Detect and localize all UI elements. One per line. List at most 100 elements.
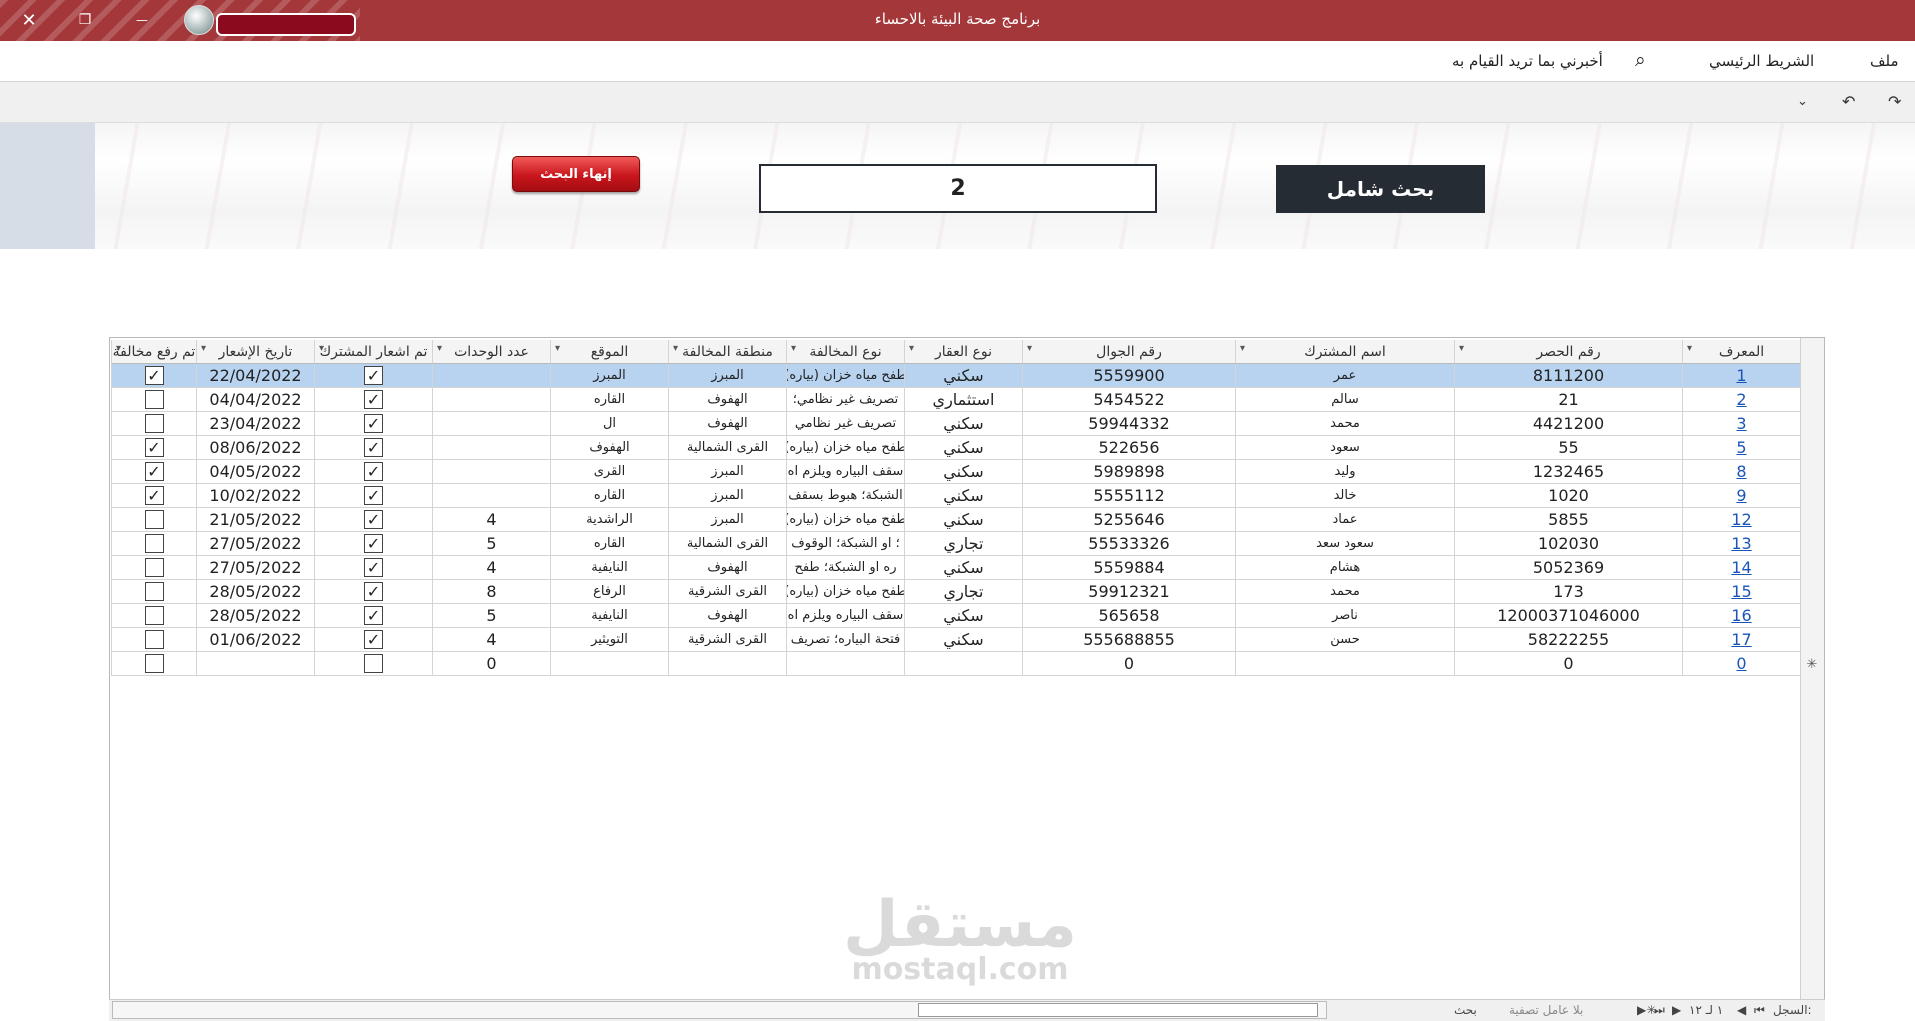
cell-units[interactable]: [432, 436, 550, 460]
column-header-prop[interactable]: نوع العقار ▾: [904, 340, 1022, 364]
cell-viol[interactable]: ؛ او الشبكة؛ الوقوف: [786, 532, 904, 556]
cell-name[interactable]: وليد: [1235, 460, 1454, 484]
table-row[interactable]: 14 5052369 هشام 5559884 سكني ره او الشبكة؛ طف…: [111, 556, 1800, 580]
checkbox-raised[interactable]: [144, 390, 164, 409]
column-header-notified[interactable]: تم اشعار المشترك ▾: [314, 340, 432, 364]
cell-notified[interactable]: ✓: [314, 412, 432, 436]
cell-name[interactable]: سعود سعد: [1235, 532, 1454, 556]
cell-date[interactable]: 22/04/2022: [196, 364, 314, 388]
checkbox-raised[interactable]: [144, 534, 164, 553]
cell-loc[interactable]: النايفية: [550, 556, 668, 580]
cell-loc[interactable]: الراشدية: [550, 508, 668, 532]
cell-loc[interactable]: التويثير: [550, 628, 668, 652]
cell-prop[interactable]: تجاري: [904, 580, 1022, 604]
checkbox-notified[interactable]: [364, 654, 383, 673]
cell-hasr[interactable]: 5855: [1454, 508, 1682, 532]
cell-viol[interactable]: فتحة البياره؛ تصريف: [786, 628, 904, 652]
cell-prop[interactable]: سكني: [904, 364, 1022, 388]
cell-raised[interactable]: [111, 628, 196, 652]
customize-toolbar-icon[interactable]: ⌄: [1797, 94, 1808, 109]
cell-id[interactable]: 12: [1682, 508, 1800, 532]
first-record-icon[interactable]: ⏮: [1754, 1003, 1765, 1018]
cell-mobile[interactable]: 55533326: [1022, 532, 1235, 556]
table-row[interactable]: 13 102030 سعود سعد 55533326 تجاري ؛ او الشبكة…: [111, 532, 1800, 556]
checkbox-notified[interactable]: ✓: [364, 534, 383, 553]
next-record-icon[interactable]: ▶: [1672, 1003, 1681, 1017]
cell-id[interactable]: 13: [1682, 532, 1800, 556]
cell-date[interactable]: 01/06/2022: [196, 628, 314, 652]
cell-area[interactable]: القرى الشمالية: [668, 532, 786, 556]
cell-units[interactable]: 8: [432, 580, 550, 604]
cell-id[interactable]: 1: [1682, 364, 1800, 388]
cell-mobile[interactable]: 5559884: [1022, 556, 1235, 580]
table-row[interactable]: 2 21 سالم 5454522 استثماري تصريف غير نظامي؛ ال…: [111, 388, 1800, 412]
checkbox-notified[interactable]: ✓: [364, 558, 383, 577]
cell-hasr[interactable]: 5052369: [1454, 556, 1682, 580]
table-row[interactable]: 5 55 سعود 522656 سكني طفح مياه خزان (بياره) ال…: [111, 436, 1800, 460]
cell-id[interactable]: 2: [1682, 388, 1800, 412]
column-header-id[interactable]: المعرف ▾: [1682, 340, 1800, 364]
cell-date[interactable]: 27/05/2022: [196, 532, 314, 556]
column-filter-dropdown-icon[interactable]: ▾: [319, 343, 324, 354]
cell-loc[interactable]: القرى: [550, 460, 668, 484]
cell-prop[interactable]: سكني: [904, 556, 1022, 580]
cell-id[interactable]: 3: [1682, 412, 1800, 436]
cell-notified[interactable]: ✓: [314, 364, 432, 388]
cell-loc[interactable]: النايفية: [550, 604, 668, 628]
cell-raised[interactable]: ✓: [111, 484, 196, 508]
cell-notified[interactable]: ✓: [314, 556, 432, 580]
checkbox-raised[interactable]: ✓: [144, 486, 164, 505]
menu-file[interactable]: ملف: [1870, 52, 1899, 70]
cell-raised[interactable]: [111, 532, 196, 556]
menu-home-ribbon[interactable]: الشريط الرئيسي: [1709, 52, 1814, 70]
checkbox-notified[interactable]: ✓: [364, 438, 383, 457]
cell-name[interactable]: خالد: [1235, 484, 1454, 508]
cell-id[interactable]: 8: [1682, 460, 1800, 484]
table-row[interactable]: 12 5855 عماد 5255646 سكني طفح مياه خزان (بيار…: [111, 508, 1800, 532]
column-header-loc[interactable]: الموقع ▾: [550, 340, 668, 364]
cell-units[interactable]: 5: [432, 532, 550, 556]
cell-mobile[interactable]: 0: [1022, 652, 1235, 676]
cell-mobile[interactable]: 522656: [1022, 436, 1235, 460]
cell-loc[interactable]: الهفوف: [550, 436, 668, 460]
redo-icon[interactable]: ↷: [1888, 92, 1901, 111]
cell-area[interactable]: الهفوف: [668, 388, 786, 412]
cell-mobile[interactable]: 565658: [1022, 604, 1235, 628]
cell-date[interactable]: 28/05/2022: [196, 580, 314, 604]
search-icon[interactable]: ⌕: [1635, 49, 1646, 71]
column-header-area[interactable]: منطقة المخالفة ▾: [668, 340, 786, 364]
cell-prop[interactable]: سكني: [904, 412, 1022, 436]
cell-units[interactable]: 4: [432, 508, 550, 532]
cell-notified[interactable]: ✓: [314, 460, 432, 484]
cell-area[interactable]: المبرز: [668, 364, 786, 388]
cell-raised[interactable]: [111, 508, 196, 532]
column-header-date[interactable]: تاريخ الإشعار ▾: [196, 340, 314, 364]
checkbox-raised[interactable]: [144, 582, 164, 601]
column-filter-dropdown-icon[interactable]: ▾: [555, 343, 560, 354]
cell-date[interactable]: 08/06/2022: [196, 436, 314, 460]
cell-loc[interactable]: القاره: [550, 388, 668, 412]
cell-notified[interactable]: ✓: [314, 484, 432, 508]
cell-id[interactable]: 17: [1682, 628, 1800, 652]
column-filter-dropdown-icon[interactable]: ▾: [1459, 343, 1464, 354]
cell-mobile[interactable]: 5559900: [1022, 364, 1235, 388]
cell-prop[interactable]: سكني: [904, 508, 1022, 532]
table-row[interactable]: 3 4421200 محمد 59944332 سكني تصريف غير نظامي ا…: [111, 412, 1800, 436]
cell-prop[interactable]: تجاري: [904, 532, 1022, 556]
cell-mobile[interactable]: 555688855: [1022, 628, 1235, 652]
column-header-row[interactable]: المعرف ▾ رقم الحصر ▾ اسم المشترك ▾ رقم الجوال ▾…: [111, 340, 1800, 364]
cell-units[interactable]: [432, 484, 550, 508]
cell-mobile[interactable]: 59944332: [1022, 412, 1235, 436]
cell-viol[interactable]: سقف البياره ويلزم اه: [786, 604, 904, 628]
cell-id[interactable]: 16: [1682, 604, 1800, 628]
new-record-icon[interactable]: ▶✳: [1637, 1003, 1656, 1017]
cell-viol[interactable]: طفح مياه خزان (بياره): [786, 580, 904, 604]
search-input[interactable]: 2: [759, 164, 1157, 213]
cell-loc[interactable]: المبرز: [550, 364, 668, 388]
cell-name[interactable]: محمد: [1235, 412, 1454, 436]
cell-prop[interactable]: سكني: [904, 604, 1022, 628]
cell-raised[interactable]: ✓: [111, 364, 196, 388]
cell-date[interactable]: 04/05/2022: [196, 460, 314, 484]
cell-notified[interactable]: [314, 652, 432, 676]
cell-hasr[interactable]: 55: [1454, 436, 1682, 460]
